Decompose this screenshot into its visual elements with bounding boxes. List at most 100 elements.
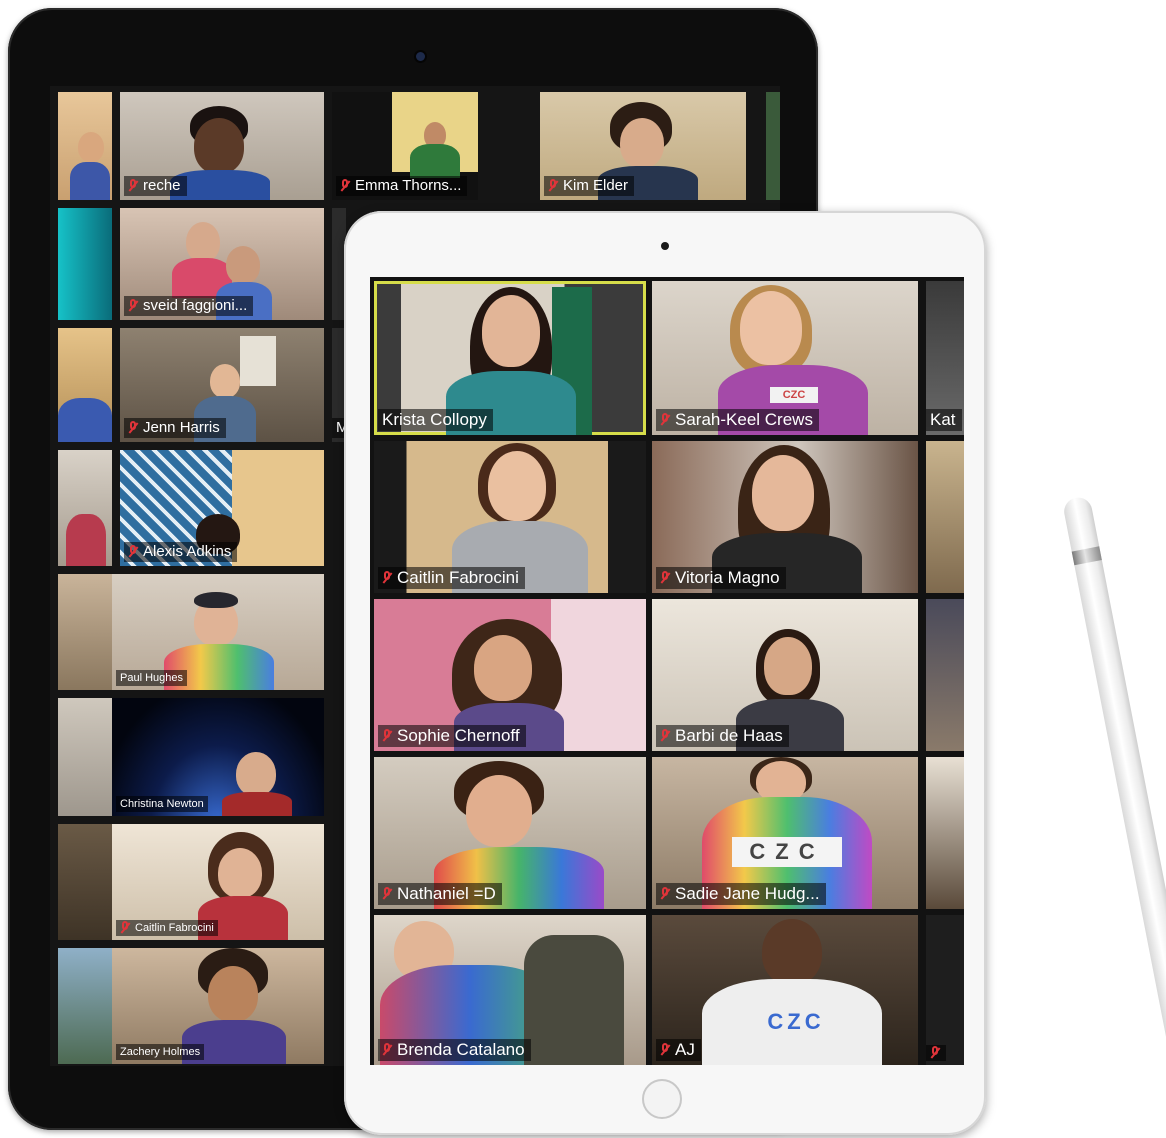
muted-mic-icon	[660, 413, 670, 427]
participant-label: Zachery Holmes	[116, 1044, 205, 1060]
video-tile[interactable]	[58, 450, 112, 566]
participant-name: Brenda Catalano	[397, 1040, 525, 1059]
participant-name: reche	[143, 177, 181, 194]
participant-label: Sophie Chernoff	[378, 725, 526, 747]
video-tile[interactable]: Christina Newton	[112, 698, 324, 816]
participant-label: Barbi de Haas	[656, 725, 789, 747]
muted-mic-icon	[128, 545, 138, 559]
muted-mic-icon	[120, 921, 130, 935]
muted-mic-icon	[660, 1043, 670, 1057]
muted-mic-icon	[382, 571, 392, 585]
video-tile[interactable]: Sophie Chernoff	[374, 599, 646, 751]
participant-label: Caitlin Fabrocini	[378, 567, 525, 589]
participant-name: Nathaniel =D	[397, 884, 496, 903]
video-tile[interactable]: reche	[120, 92, 324, 200]
video-tile[interactable]	[766, 92, 780, 200]
video-tile[interactable]: sveid faggioni...	[120, 208, 324, 320]
video-tile[interactable]: Caitlin Fabrocini	[112, 824, 324, 940]
participant-label	[926, 1045, 946, 1061]
participant-name: Sophie Chernoff	[397, 726, 520, 745]
participant-label: Caitlin Fabrocini	[116, 920, 218, 936]
video-tile[interactable]: Caitlin Fabrocini	[374, 441, 646, 593]
video-tile[interactable]	[58, 328, 112, 442]
participant-label: AJ	[656, 1039, 701, 1061]
participant-name: Sadie Jane Hudg...	[675, 884, 820, 903]
participant-name: Sarah-Keel Crews	[675, 410, 813, 429]
video-tile[interactable]	[926, 915, 964, 1065]
participant-label: Brenda Catalano	[378, 1039, 531, 1061]
video-tile[interactable]: Nathaniel =D	[374, 757, 646, 909]
video-tile[interactable]: Kat	[926, 281, 964, 435]
video-tile[interactable]: Jenn Harris	[120, 328, 324, 442]
camera-icon	[416, 52, 425, 61]
muted-mic-icon	[548, 179, 558, 193]
participant-label: reche	[124, 176, 187, 196]
participant-label: Kat	[926, 409, 962, 431]
participant-label: sveid faggioni...	[124, 296, 254, 316]
video-tile[interactable]: Alexis Adkins	[120, 450, 324, 566]
video-tile[interactable]: Paul Hughes	[112, 574, 324, 690]
participant-label: Krista Collopy	[378, 409, 493, 431]
participant-name: Krista Collopy	[382, 410, 487, 429]
participant-label: Christina Newton	[116, 796, 208, 812]
muted-mic-icon	[128, 421, 138, 435]
muted-mic-icon	[660, 887, 670, 901]
home-button-icon[interactable]	[642, 1079, 682, 1119]
participant-label: Sadie Jane Hudg...	[656, 883, 826, 905]
video-tile[interactable]	[58, 824, 112, 940]
participant-name: Kim Elder	[563, 177, 629, 194]
video-tile[interactable]	[58, 208, 112, 320]
muted-mic-icon	[660, 729, 670, 743]
video-tile[interactable]: Brenda Catalano	[374, 915, 646, 1065]
muted-mic-icon	[382, 729, 392, 743]
participant-label: Nathaniel =D	[378, 883, 502, 905]
video-tile[interactable]	[58, 574, 112, 690]
participant-name: Vitoria Magno	[675, 568, 780, 587]
participant-name: Alexis Adkins	[143, 543, 232, 560]
participant-name: Emma Thorns...	[355, 177, 462, 194]
participant-name: Barbi de Haas	[675, 726, 783, 745]
video-tile[interactable]: CZC Sarah-Keel Crews	[652, 281, 918, 435]
video-tile[interactable]: Barbi de Haas	[652, 599, 918, 751]
front-ipad-screen: Krista Collopy CZC Sarah-Keel Crews Kat …	[370, 277, 964, 1065]
participant-name: Paul Hughes	[120, 672, 183, 684]
video-tile[interactable]: CZC AJ	[652, 915, 918, 1065]
czc-logo: CZC	[767, 1009, 825, 1034]
video-tile[interactable]	[926, 599, 964, 751]
muted-mic-icon	[340, 179, 350, 193]
participant-label: Kim Elder	[544, 176, 635, 196]
video-tile[interactable]: Zachery Holmes	[112, 948, 324, 1064]
participant-name: AJ	[675, 1040, 695, 1059]
video-tile[interactable]: Vitoria Magno	[652, 441, 918, 593]
participant-name: Jenn Harris	[143, 419, 220, 436]
participant-name: Christina Newton	[120, 798, 204, 810]
participant-name: Zachery Holmes	[120, 1046, 201, 1058]
participant-label: Paul Hughes	[116, 670, 187, 686]
participant-name: Caitlin Fabrocini	[135, 922, 214, 934]
participant-name: sveid faggioni...	[143, 297, 248, 314]
participant-label: Vitoria Magno	[656, 567, 786, 589]
video-tile[interactable]	[58, 948, 112, 1064]
video-tile[interactable]	[926, 757, 964, 909]
camera-icon	[661, 242, 669, 250]
video-tile[interactable]: Kim Elder	[540, 92, 746, 200]
muted-mic-icon	[128, 179, 138, 193]
muted-mic-icon	[382, 1043, 392, 1057]
front-ipad: Krista Collopy CZC Sarah-Keel Crews Kat …	[344, 211, 986, 1135]
video-tile[interactable]	[926, 441, 964, 593]
video-tile-active-speaker[interactable]: Krista Collopy	[374, 281, 646, 435]
muted-mic-icon	[382, 887, 392, 901]
participant-label: Jenn Harris	[124, 418, 226, 438]
video-tile[interactable]	[58, 92, 112, 200]
video-tile[interactable]: Emma Thorns...	[332, 92, 478, 200]
muted-mic-icon	[660, 571, 670, 585]
czc-sign: CZC	[770, 387, 818, 403]
participant-label: Alexis Adkins	[124, 542, 238, 562]
apple-pencil-icon	[1060, 487, 1166, 1121]
muted-mic-icon	[930, 1046, 940, 1060]
participant-name: Caitlin Fabrocini	[397, 568, 519, 587]
participant-name: Kat	[930, 410, 956, 429]
video-tile[interactable]	[58, 698, 112, 816]
video-tile[interactable]: CZC Sadie Jane Hudg...	[652, 757, 918, 909]
participant-label: Emma Thorns...	[336, 176, 468, 196]
